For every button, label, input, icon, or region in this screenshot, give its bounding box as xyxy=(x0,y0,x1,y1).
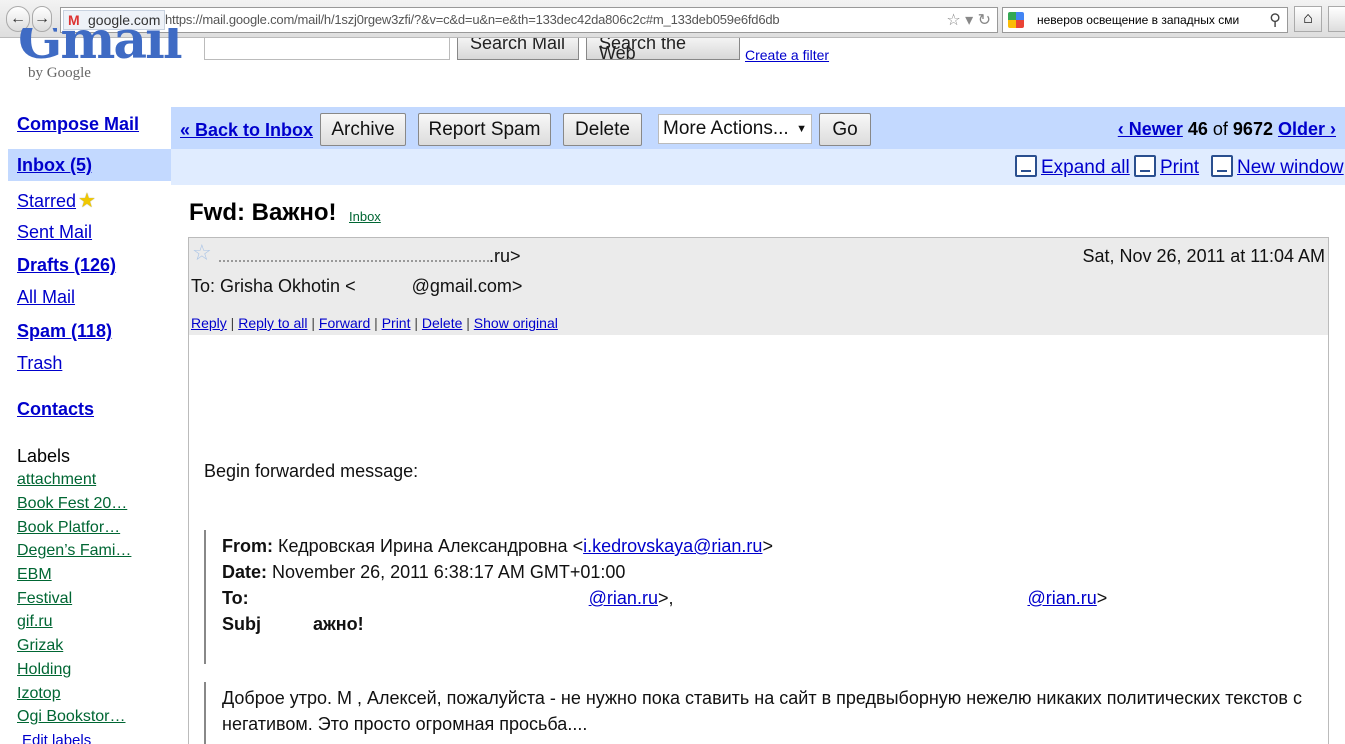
edit-labels-link[interactable]: Edit labels xyxy=(22,732,91,744)
delete-link[interactable]: Delete xyxy=(422,315,462,331)
sidebar-item-inbox[interactable]: Inbox (5) xyxy=(17,155,92,176)
expand-all-icon xyxy=(1015,155,1037,177)
create-filter-link[interactable]: Create a filter xyxy=(745,47,829,63)
forward-link[interactable]: Forward xyxy=(319,315,370,331)
message-actions: Reply | Reply to all | Forward | Print |… xyxy=(191,315,558,331)
sidebar-item-spam[interactable]: Spam (118) xyxy=(17,321,112,342)
print-all-control[interactable]: Print xyxy=(1134,155,1199,179)
contacts-link[interactable]: Contacts xyxy=(17,399,94,420)
search-web-button[interactable]: Search the Web xyxy=(586,38,740,60)
address-bar[interactable]: M google.com https://mail.google.com/mai… xyxy=(60,7,998,33)
older-link[interactable]: Older › xyxy=(1278,119,1336,139)
site-identity-button[interactable]: M google.com xyxy=(63,10,166,30)
quote-text-line: негативом. Это просто огромная просьба..… xyxy=(222,714,588,734)
label-link[interactable]: EBM xyxy=(17,566,52,584)
label-link[interactable]: attachment xyxy=(17,471,96,489)
compose-mail-link[interactable]: Compose Mail xyxy=(17,114,139,135)
printer-icon xyxy=(1134,155,1156,177)
reply-all-link[interactable]: Reply to all xyxy=(238,315,307,331)
labels-heading: Labels xyxy=(17,446,71,466)
sidebar-item-sent[interactable]: Sent Mail xyxy=(17,222,92,243)
star-icon: ★ xyxy=(78,190,96,212)
redacted-sender xyxy=(219,250,489,262)
star-outline-icon[interactable]: ☆ xyxy=(192,240,212,266)
report-spam-button[interactable]: Report Spam xyxy=(418,113,551,146)
sidebar-item-all-mail[interactable]: All Mail xyxy=(17,287,75,308)
pager: ‹ Newer 46 of 9672 Older › xyxy=(1118,119,1336,140)
message-subject: Fwd: Важно! xyxy=(189,199,337,226)
fwd-subject-line: Subj ажно! xyxy=(222,614,364,634)
bookmark-star-icon[interactable]: ☆ ▾ ↻ xyxy=(946,10,991,30)
new-window-icon xyxy=(1211,155,1233,177)
fwd-date-line: Date: November 26, 2011 6:38:17 AM GMT+0… xyxy=(222,562,626,582)
fwd-to-line: To: @rian.ru>, @rian.ru> xyxy=(222,588,1108,608)
reply-link[interactable]: Reply xyxy=(191,315,227,331)
back-to-inbox-link[interactable]: « Back to Inbox xyxy=(180,120,313,141)
sender-line: .ru> xyxy=(219,246,521,267)
archive-button[interactable]: Archive xyxy=(320,113,406,146)
pager-position: 46 xyxy=(1187,119,1208,139)
label-link[interactable]: gif.ru xyxy=(17,613,53,631)
starred-link[interactable]: Starred xyxy=(17,191,76,211)
gmail-logo[interactable]: Gmail by Google xyxy=(18,28,188,88)
go-button[interactable]: Go xyxy=(819,113,871,146)
search-mail-button[interactable]: Search Mail xyxy=(457,38,579,60)
home-icon[interactable]: ⌂ xyxy=(1294,6,1322,32)
label-link[interactable]: Izotop xyxy=(17,685,61,703)
toolbar-overflow-button[interactable] xyxy=(1328,6,1345,32)
label-link[interactable]: Holding xyxy=(17,661,71,679)
label-link[interactable]: Book Fest 20… xyxy=(17,495,127,513)
new-window-control[interactable]: New window xyxy=(1211,155,1344,179)
print-link[interactable]: Print xyxy=(382,315,411,331)
label-link[interactable]: Festival xyxy=(17,590,72,608)
browser-toolbar: ← → M google.com https://mail.google.com… xyxy=(0,0,1345,38)
pager-total: 9672 xyxy=(1232,119,1273,139)
quote-bar xyxy=(204,682,206,744)
dropdown-caret-icon: ▼ xyxy=(796,123,807,135)
search-icon[interactable]: ⚲ xyxy=(1269,10,1281,30)
recipient-line: To: Grisha Okhotin < @gmail.com> xyxy=(191,276,523,296)
quote-text-line: Доброе утро. М , Алексей, пожалуйста - н… xyxy=(222,688,1302,708)
label-link[interactable]: Degen’s Fami… xyxy=(17,542,131,560)
url-text[interactable]: https://mail.google.com/mail/h/1szj0rgew… xyxy=(165,12,780,27)
fwd-to-email-link[interactable]: @rian.ru xyxy=(1027,588,1096,608)
fwd-to-email-link[interactable]: @rian.ru xyxy=(589,588,658,608)
pager-of: of xyxy=(1212,119,1228,139)
gmail-favicon-icon: M xyxy=(68,12,80,28)
expand-all-control[interactable]: Expand all xyxy=(1015,155,1130,179)
message-date: Sat, Nov 26, 2011 at 11:04 AM xyxy=(1082,246,1326,266)
browser-search-input[interactable]: неверов освещение в западных сми ⚲ xyxy=(1002,7,1288,33)
newer-link[interactable]: ‹ Newer xyxy=(1118,119,1183,139)
mail-search-input[interactable] xyxy=(204,38,450,60)
message-card: ☆ .ru> Sat, Nov 26, 2011 at 11:04 AM To:… xyxy=(188,237,1329,744)
message-header: ☆ .ru> Sat, Nov 26, 2011 at 11:04 AM To:… xyxy=(189,238,1328,335)
label-link[interactable]: Book Platfor… xyxy=(17,519,120,537)
sidebar-item-drafts[interactable]: Drafts (126) xyxy=(17,255,116,276)
quote-bar xyxy=(204,530,206,664)
body-line: Begin forwarded message: xyxy=(204,461,419,481)
google-search-engine-icon[interactable] xyxy=(1008,12,1024,28)
inbox-label-chip[interactable]: Inbox xyxy=(349,209,381,224)
message-subtoolbar: Expand all Print New window xyxy=(171,149,1345,185)
more-actions-select[interactable]: More Actions... ▼ xyxy=(658,114,812,144)
fwd-from-email-link[interactable]: i.kedrovskaya@rian.ru xyxy=(583,536,762,556)
label-link[interactable]: Grizak xyxy=(17,637,63,655)
label-link[interactable]: Ogi Bookstor… xyxy=(17,708,125,726)
sidebar-item-starred[interactable]: Starred ★ xyxy=(17,188,96,213)
delete-button[interactable]: Delete xyxy=(563,113,642,146)
show-original-link[interactable]: Show original xyxy=(474,315,558,331)
sidebar-item-trash[interactable]: Trash xyxy=(17,353,62,374)
message-toolbar: « Back to Inbox Archive Report Spam Dele… xyxy=(171,107,1345,149)
fwd-from-line: From: Кедровская Ирина Александровна <i.… xyxy=(222,536,773,556)
